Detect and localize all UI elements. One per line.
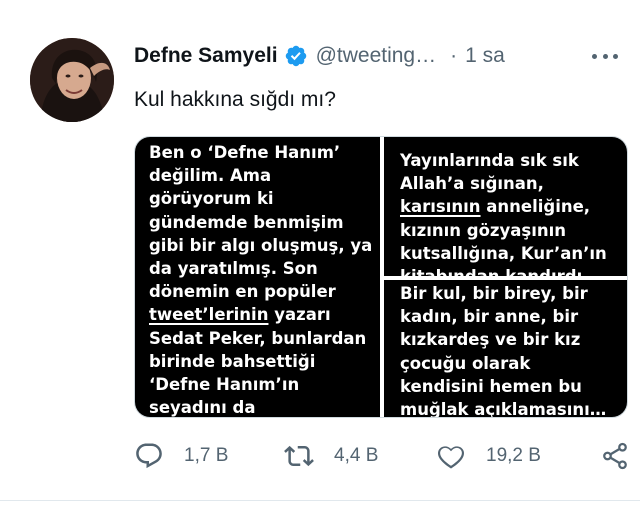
media-text-line: Ben o ‘Defne Hanım’ [149, 143, 341, 162]
media-text-line: Bir kul, bir birey, bir [400, 284, 588, 303]
tweet-actions: 1,7 B 4,4 B 19,2 B [134, 438, 628, 474]
media-image-left[interactable]: Ben o ‘Defne Hanım’ değilim. Ama görüyor… [135, 137, 380, 418]
share-icon [603, 442, 627, 470]
divider [0, 500, 640, 501]
reply-button[interactable]: 1,7 B [134, 438, 228, 474]
reply-icon [136, 443, 162, 469]
avatar-photo [30, 38, 114, 122]
media-text-fragment: anneliğine, [480, 197, 591, 217]
tweet-timestamp[interactable]: 1 sa [465, 44, 505, 68]
verified-badge-icon [285, 45, 306, 67]
media-text-line: kutsallığına, Kur’an’ın [400, 243, 607, 263]
more-dots-icon[interactable] [590, 46, 620, 66]
media-text-line: karısının anneliğine, [400, 195, 627, 218]
media-text-line: değilim. Ama [149, 166, 272, 186]
like-count: 19,2 B [486, 445, 541, 466]
media-text-line: Sedat Peker, bunlardan [149, 328, 367, 348]
media-text-line: kitabından kandırdı… [400, 265, 627, 276]
media-text-line: çocuğu olarak [400, 353, 531, 373]
author-avatar[interactable] [30, 38, 114, 122]
media-text-line: kızının gözyaşının [400, 220, 567, 240]
like-button[interactable]: 19,2 B [436, 438, 541, 474]
author-name[interactable]: Defne Samyeli [134, 44, 278, 68]
media-text-line: seyadını da [149, 398, 256, 418]
heart-icon [437, 446, 465, 469]
media-text-line: Yayınlarında sık sık [400, 151, 579, 170]
media-text-fragment: yazarı [268, 305, 331, 325]
media-text-line: ‘Defne Hanım’ın [149, 375, 300, 395]
media-text-line: tweet’lerinin yazarı [149, 303, 380, 326]
media-text-line: muğlak açıklamasını… [400, 400, 607, 418]
media-text-line: birinde bahsettiği [149, 351, 316, 371]
tweet-text: Kul hakkına sığdı mı? [134, 88, 336, 111]
media-text-line: Allah’a sığınan, [400, 174, 544, 194]
media-image-right-bottom[interactable]: Bir kul, bir birey, bir kadın, bir anne,… [384, 280, 627, 418]
media-text-line: görüyorum ki [149, 189, 274, 209]
media-text-line: kendisini hemen bu [400, 376, 582, 396]
reply-count: 1,7 B [184, 445, 229, 466]
author-handle[interactable]: @tweeting… [316, 44, 437, 68]
media-text-line: kadın, bir anne, bir [400, 307, 579, 327]
tweet-header: Defne Samyeli @tweeting… · 1 sa [134, 40, 620, 72]
media-text-line: dönemin en popüler [149, 282, 336, 302]
media-text-line: kızkardeş ve bir kız [400, 330, 581, 350]
media-text-line: da yaratılmış. Son [149, 259, 318, 279]
retweet-icon [284, 445, 314, 467]
retweet-count: 4,4 B [334, 445, 379, 466]
media-text-line: gibi bir algı oluşmuş, ya [149, 235, 373, 255]
underlined-word: tweet’lerinin [149, 305, 269, 325]
separator-dot: · [450, 44, 458, 67]
retweet-button[interactable]: 4,4 B [284, 438, 378, 474]
underlined-word: karısının [400, 197, 481, 217]
media-text-line: gündemde benmişim [149, 212, 344, 232]
media-image-right-top[interactable]: Yayınlarında sık sık Allah’a sığınan, ka… [384, 137, 627, 276]
share-button[interactable] [600, 438, 630, 474]
tweet-media-grid[interactable]: Ben o ‘Defne Hanım’ değilim. Ama görüyor… [134, 136, 628, 418]
